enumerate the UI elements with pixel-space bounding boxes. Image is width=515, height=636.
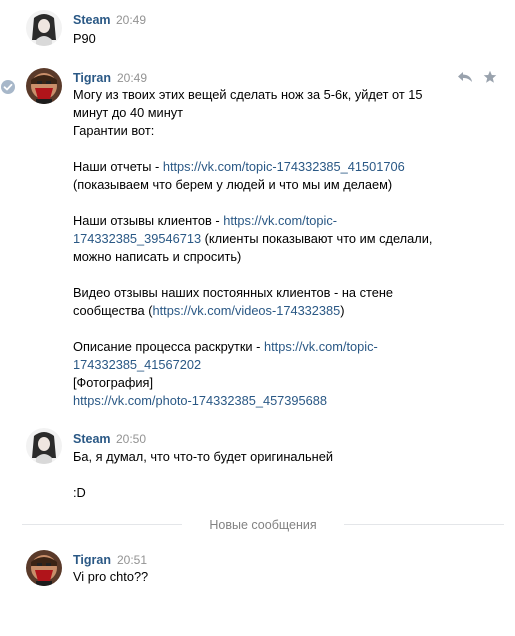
message-time[interactable]: 20:51	[117, 552, 147, 568]
message-line: Описание процесса раскрутки - https://vk…	[73, 338, 473, 356]
message-line: 174332385_41567202	[73, 356, 473, 374]
message-line: Наши отчеты - https://vk.com/topic-17433…	[73, 158, 473, 176]
star-icon[interactable]	[483, 70, 499, 84]
link-reviews-cont[interactable]: 174332385_39546713	[73, 231, 201, 246]
author-name[interactable]: Tigran	[73, 552, 111, 568]
message-line: Могу из твоих этих вещей сделать нож за …	[73, 87, 423, 120]
avatar[interactable]	[26, 550, 62, 586]
message-line: :D	[73, 485, 86, 500]
message-line: https://vk.com/photo-174332385_457395688	[73, 392, 473, 410]
message-text: P90	[73, 30, 473, 48]
text-fragment: Наши отзывы клиентов -	[73, 213, 224, 228]
author-name[interactable]: Steam	[73, 12, 111, 28]
message-time[interactable]: 20:50	[116, 431, 146, 447]
message-line: 174332385_39546713 (клиенты показывают ч…	[73, 230, 473, 266]
divider-label: Новые сообщения	[199, 518, 327, 532]
link-promotion-cont[interactable]: 174332385_41567202	[73, 357, 201, 372]
message-line: [Фотография]	[73, 375, 154, 390]
link-promotion[interactable]: https://vk.com/topic-	[264, 339, 378, 354]
avatar[interactable]	[26, 428, 62, 464]
message-text: Могу из твоих этих вещей сделать нож за …	[73, 86, 473, 410]
text-fragment: Наши отчеты -	[73, 159, 163, 174]
check-icon	[1, 80, 15, 94]
link-videos[interactable]: https://vk.com/videos-174332385	[152, 303, 340, 318]
message-line: Наши отзывы клиентов - https://vk.com/to…	[73, 212, 473, 230]
message-line: P90	[73, 31, 96, 46]
author-name[interactable]: Tigran	[73, 70, 111, 86]
message-text: Ба, я думал, что что-то будет оригинальн…	[73, 448, 473, 502]
text-fragment: Описание процесса раскрутки -	[73, 339, 264, 354]
new-messages-divider: Новые сообщения	[22, 516, 504, 534]
message-line: Vi pro chto??	[73, 569, 149, 584]
link-reports[interactable]: https://vk.com/topic-174332385_41501706	[163, 159, 405, 174]
link-reviews[interactable]: https://vk.com/topic-	[223, 213, 337, 228]
text-fragment: )	[340, 303, 345, 318]
avatar[interactable]	[26, 68, 62, 104]
message-line: Видео отзывы наших постоянных клиентов -…	[73, 284, 418, 320]
message-line: Ба, я думал, что что-то будет оригинальн…	[73, 449, 333, 464]
author-name[interactable]: Steam	[73, 431, 111, 447]
message-line: Гарантии вот:	[73, 123, 155, 138]
message-text: Vi pro chto??	[73, 568, 473, 586]
message-line: (показываем что берем у людей и что мы и…	[73, 177, 393, 192]
reply-icon[interactable]	[457, 70, 473, 84]
message-time[interactable]: 20:49	[117, 70, 147, 86]
link-photo[interactable]: https://vk.com/photo-174332385_457395688	[73, 393, 327, 408]
avatar[interactable]	[26, 10, 62, 46]
message-time[interactable]: 20:49	[116, 12, 146, 28]
